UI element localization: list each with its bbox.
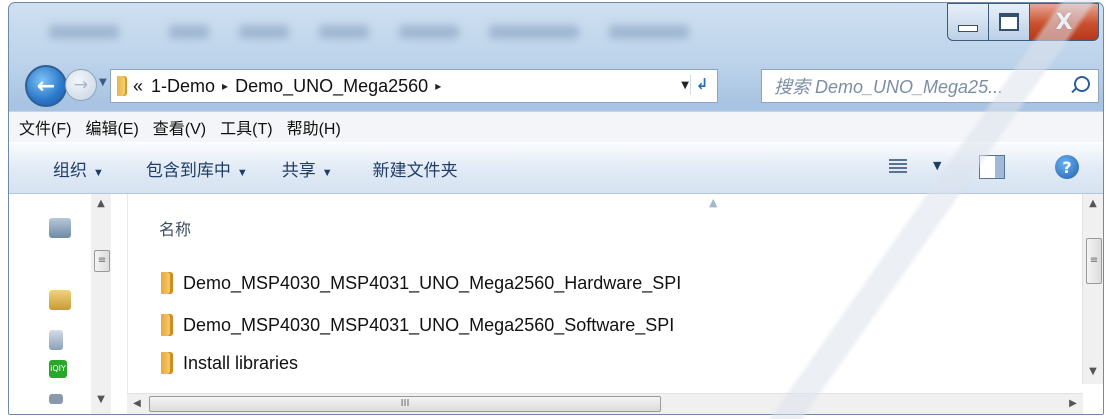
blurred-title [239, 25, 289, 39]
back-button[interactable]: ← [25, 65, 67, 107]
breadcrumb-item[interactable]: 1-Demo [151, 76, 215, 97]
scrollbar-thumb[interactable]: ≡ [94, 250, 110, 272]
help-icon: ? [1062, 157, 1072, 177]
item-name: Demo_MSP4030_MSP4031_UNO_Mega2560_Softwa… [183, 314, 675, 335]
minimize-button[interactable] [947, 3, 989, 41]
breadcrumb-item[interactable]: Demo_UNO_Mega2560 [235, 76, 428, 97]
share-label: 共享 [281, 160, 316, 180]
blurred-title [319, 25, 369, 39]
organize-button[interactable]: 组织 ▼ [53, 156, 104, 181]
folder-icon[interactable] [49, 394, 63, 404]
scroll-left-icon[interactable]: ◀ [127, 394, 147, 414]
scroll-right-icon[interactable]: ▶ [1063, 394, 1083, 414]
search-input[interactable]: 搜索 Demo_UNO_Mega25... [774, 73, 1003, 99]
network-icon[interactable] [49, 218, 71, 238]
content-area: iQIY ▲ ≡ ▼ ▲ 名称 Demo_MSP4030_MSP4031_UNO… [9, 194, 1103, 414]
list-item[interactable]: Demo_MSP4030_MSP4031_UNO_Mega2560_Hardwa… [161, 269, 681, 297]
navigation-pane: iQIY ▲ ≡ ▼ [9, 194, 128, 414]
menu-view[interactable]: 查看(V) [153, 115, 206, 139]
scroll-up-icon[interactable]: ▲ [91, 194, 111, 214]
iqiyi-icon[interactable]: iQIY [49, 360, 67, 378]
computer-icon[interactable] [49, 330, 63, 350]
blurred-title [609, 25, 689, 39]
include-library-label: 包含到库中 [145, 160, 231, 180]
help-button[interactable]: ? [1055, 155, 1079, 179]
forward-button[interactable]: → [65, 69, 97, 101]
back-arrow-icon: ← [36, 73, 56, 99]
address-bar[interactable]: « 1-Demo ▸ Demo_UNO_Mega2560 ▸ ▼ ↲ [110, 69, 718, 103]
breadcrumb-overflow[interactable]: « [133, 76, 143, 97]
blurred-title [399, 25, 459, 39]
menu-help[interactable]: 帮助(H) [287, 115, 341, 139]
nav-pane-scrollbar[interactable]: ▲ ≡ ▼ [91, 194, 111, 414]
chevron-down-icon: ▼ [236, 166, 248, 179]
maximize-button[interactable] [988, 3, 1030, 41]
menu-bar: 文件(F) 编辑(E) 查看(V) 工具(T) 帮助(H) [9, 111, 1103, 142]
folder-icon [161, 314, 173, 336]
folder-icon [161, 272, 173, 294]
maximize-icon [999, 13, 1019, 31]
list-item[interactable]: Install libraries [161, 349, 298, 377]
navigation-row: ← → ▼ « 1-Demo ▸ Demo_UNO_Mega2560 ▸ ▼ ↲… [9, 63, 1103, 107]
new-folder-button[interactable]: 新建文件夹 [373, 156, 458, 181]
chevron-down-icon: ▼ [93, 166, 104, 179]
folder-icon [161, 352, 173, 374]
scroll-up-icon[interactable]: ▲ [1083, 194, 1103, 214]
scrollbar-thumb[interactable]: III [149, 396, 661, 412]
file-list-vertical-scrollbar[interactable]: ▲ ≡ ▼ [1082, 194, 1103, 384]
list-item[interactable]: Demo_MSP4030_MSP4031_UNO_Mega2560_Softwa… [161, 311, 674, 339]
scroll-down-icon[interactable]: ▼ [91, 390, 111, 410]
minimize-icon [958, 24, 978, 32]
item-name: Demo_MSP4030_MSP4031_UNO_Mega2560_Hardwa… [183, 272, 682, 293]
breadcrumb-separator-icon[interactable]: ▸ [435, 79, 441, 93]
menu-edit[interactable]: 编辑(E) [85, 115, 138, 139]
window-controls: X [947, 3, 1099, 41]
file-list-horizontal-scrollbar[interactable]: ◀ III ▶ [127, 393, 1083, 414]
forward-arrow-icon: → [73, 75, 89, 95]
refresh-icon[interactable]: ↲ [690, 75, 713, 95]
preview-pane-icon[interactable] [979, 155, 1005, 179]
drive-icon[interactable] [49, 290, 71, 310]
explorer-window: X ← → ▼ « 1-Demo ▸ Demo_UNO_Mega2560 ▸ ▼… [8, 2, 1104, 415]
scroll-down-icon[interactable]: ▼ [1083, 362, 1103, 382]
address-dropdown-icon[interactable]: ▼ [681, 80, 689, 91]
blurred-title [489, 25, 579, 39]
command-bar: 组织 ▼ 包含到库中 ▼ 共享 ▼ 新建文件夹 ▼ ? [9, 142, 1103, 194]
search-box[interactable]: 搜索 Demo_UNO_Mega25... [761, 69, 1099, 103]
item-name: Install libraries [183, 352, 299, 373]
scrollbar-thumb[interactable]: ≡ [1086, 238, 1102, 284]
chevron-down-icon[interactable]: ▼ [933, 159, 941, 172]
close-icon: X [1055, 9, 1073, 35]
include-in-library-button[interactable]: 包含到库中 ▼ [146, 156, 248, 181]
title-bar[interactable]: X [9, 3, 1103, 57]
change-view-icon[interactable] [889, 157, 907, 175]
blurred-title [169, 25, 209, 39]
menu-tools[interactable]: 工具(T) [220, 115, 272, 139]
blurred-title [49, 25, 119, 39]
column-header-name[interactable]: 名称 [159, 216, 191, 240]
close-button[interactable]: X [1029, 3, 1099, 41]
folder-icon [117, 76, 127, 96]
chevron-down-icon: ▼ [321, 166, 333, 179]
history-dropdown-icon[interactable]: ▼ [99, 77, 107, 88]
menu-file[interactable]: 文件(F) [19, 115, 71, 139]
organize-label: 组织 [53, 160, 87, 180]
share-button[interactable]: 共享 ▼ [282, 156, 333, 181]
breadcrumb-separator-icon[interactable]: ▸ [222, 79, 228, 93]
search-icon[interactable] [1074, 76, 1090, 92]
sort-ascending-icon: ▲ [709, 196, 718, 209]
